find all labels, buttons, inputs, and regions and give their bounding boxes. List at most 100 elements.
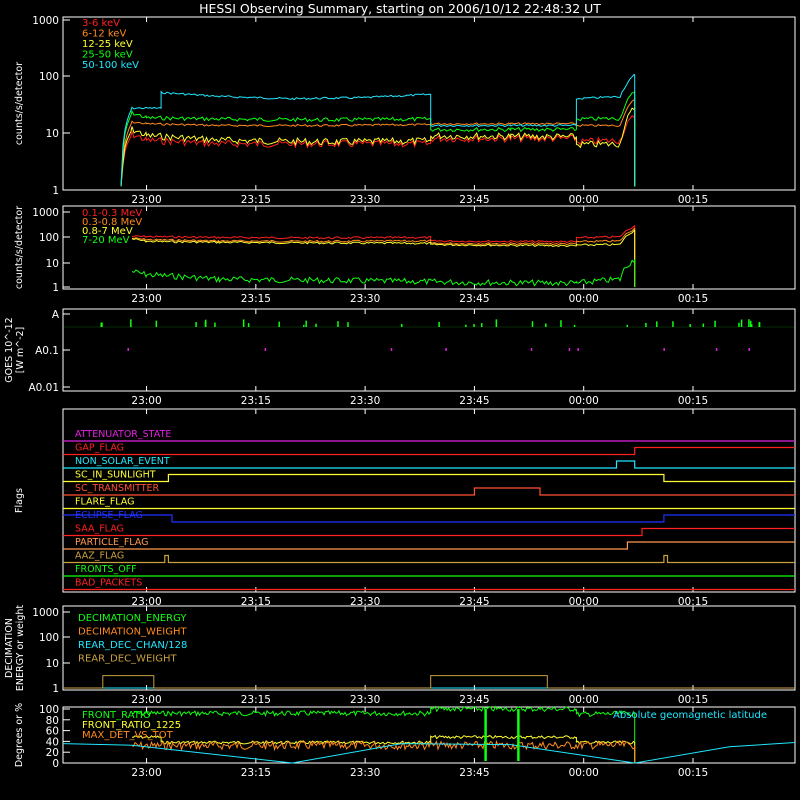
y-tick-label: 0 — [52, 758, 59, 770]
y-axis-label: counts/s/detector — [14, 206, 25, 289]
goes-spike — [465, 324, 467, 327]
x-tick-label: 00:00 — [569, 395, 599, 407]
flag-label: SAA_FLAG — [75, 524, 124, 535]
goes-spike — [702, 323, 705, 327]
legend-entry: 12-25 keV — [82, 39, 133, 50]
x-tick-label: 00:00 — [569, 194, 599, 206]
y-axis-label: Degrees or % — [14, 703, 25, 767]
flag-label: AAZ_FLAG — [75, 551, 124, 562]
goes-spike — [278, 321, 280, 327]
y-tick-label: A0.1 — [35, 345, 59, 357]
legend-entry: 6-12 keV — [82, 29, 126, 40]
y-tick-label: 1 — [52, 282, 59, 294]
hessi-summary-chart: HESSI Observing Summary, starting on 200… — [0, 0, 800, 800]
x-tick-label: 23:30 — [350, 293, 380, 305]
goes-spike — [347, 322, 349, 327]
goes-spike — [738, 322, 740, 327]
y-tick-label: 20 — [46, 747, 59, 759]
flag-label: FLARE_FLAG — [75, 497, 135, 508]
goes-spike — [130, 319, 132, 327]
goes-spike — [242, 319, 245, 327]
goes-spike — [337, 321, 339, 327]
y-axis-label-group: Degrees or % — [14, 703, 25, 767]
y-tick-label: 100 — [39, 704, 59, 716]
y-axis-label-group: counts/s/detector — [14, 62, 25, 145]
goes-spike — [577, 348, 579, 351]
y-tick-label: 60 — [46, 726, 59, 738]
goes-spike — [740, 319, 743, 327]
y-tick-label: 10 — [46, 258, 59, 270]
goes-spike — [626, 324, 629, 327]
goes-spike — [715, 348, 718, 351]
goes-spike — [195, 322, 197, 327]
goes-spike — [663, 348, 665, 351]
flag-label: GAP_FLAG — [75, 443, 124, 454]
legend-entry: DECIMATION_ENERGY — [78, 613, 187, 624]
y-tick-label: 80 — [46, 715, 59, 727]
flag-label: SC_TRANSMITTER — [75, 483, 160, 494]
x-tick-label: 23:00 — [131, 395, 161, 407]
y-tick-label: 10 — [46, 128, 59, 140]
x-tick-label: 23:15 — [241, 767, 271, 779]
y-axis-label: Flags — [14, 488, 25, 513]
y-axis-label: GOES 10^-12 — [4, 317, 15, 382]
goes-spike — [748, 319, 750, 327]
goes-spike — [672, 321, 674, 327]
front-ratio-spike — [484, 709, 487, 761]
goes-spike — [303, 324, 305, 327]
y-tick-label: A — [52, 309, 60, 321]
goes-spike — [400, 323, 403, 327]
y-tick-label: 1000 — [32, 607, 59, 619]
goes-spike — [127, 348, 129, 351]
y-tick-label: 100 — [39, 232, 59, 244]
goes-spike — [495, 319, 498, 327]
goes-spike — [656, 321, 658, 327]
x-tick-label: 23:15 — [241, 395, 271, 407]
goes-spike — [438, 321, 440, 327]
y-axis-label: ENERGY or weight — [15, 605, 26, 691]
x-tick-label: 23:00 — [131, 767, 161, 779]
goes-spike — [155, 320, 158, 327]
x-tick-label: 00:00 — [569, 293, 599, 305]
y-axis-label-group: counts/s/detector — [14, 206, 25, 289]
goes-spike — [714, 320, 716, 327]
x-tick-label: 23:45 — [459, 194, 489, 206]
x-tick-label: 23:15 — [241, 194, 271, 206]
y-tick-label: 1 — [52, 683, 59, 695]
annotation-label: Absolute geomagnetic latitude — [613, 710, 767, 721]
y-tick-label: 100 — [39, 632, 59, 644]
flag-label: SC_IN_SUNLIGHT — [75, 470, 156, 481]
legend-entry: MAX_DET_VS_TOT — [82, 730, 174, 741]
goes-spike — [264, 348, 267, 351]
y-axis-label: [W m^-2] — [15, 327, 26, 374]
y-tick-label: 40 — [46, 736, 59, 748]
x-tick-label: 00:15 — [678, 194, 708, 206]
y-axis-label-group: GOES 10^-12 [W m^-2] — [4, 317, 26, 382]
legend-entry: DECIMATION_WEIGHT — [78, 627, 187, 638]
y-tick-label: 100 — [39, 71, 59, 83]
x-tick-label: 00:15 — [678, 767, 708, 779]
flag-label: FRONTS_OFF — [75, 564, 137, 575]
goes-spike — [480, 323, 483, 327]
goes-spike — [748, 348, 750, 351]
x-tick-label: 23:30 — [350, 767, 380, 779]
flag-label: ECLIPSE_FLAG — [75, 510, 143, 521]
legend-entry: 7-20 MeV — [82, 235, 130, 246]
goes-spike — [545, 323, 547, 327]
flag-label: BAD_PACKETS — [75, 578, 142, 589]
goes-spike — [689, 324, 691, 327]
x-tick-label: 23:00 — [131, 194, 161, 206]
goes-spike — [560, 320, 562, 327]
goes-spike — [750, 324, 753, 327]
legend-entry: 50-100 keV — [82, 60, 139, 71]
x-tick-label: 23:15 — [241, 694, 271, 706]
x-tick-label: 00:00 — [569, 767, 599, 779]
x-tick-label: 23:00 — [131, 694, 161, 706]
goes-spike — [645, 322, 647, 327]
goes-spike — [445, 348, 447, 351]
goes-spike — [530, 348, 533, 351]
legend-entry: REAR_DEC_WEIGHT — [78, 654, 177, 665]
goes-spike — [315, 323, 317, 327]
x-tick-label: 23:00 — [131, 293, 161, 305]
x-tick-label: 23:15 — [241, 293, 271, 305]
